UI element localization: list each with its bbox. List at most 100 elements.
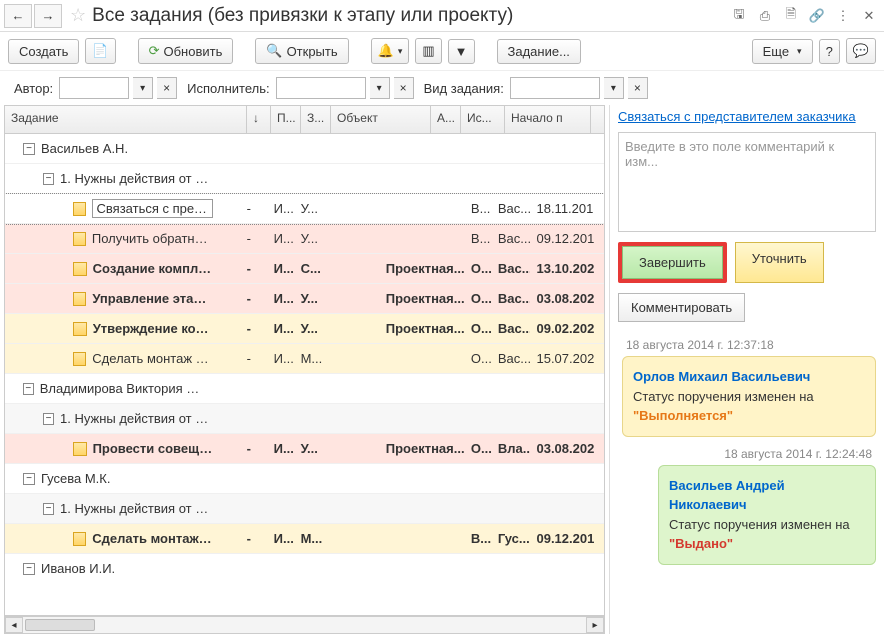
complete-button[interactable]: Завершить (622, 246, 723, 279)
task-name: Владимирова Виктория Алекс... (40, 381, 208, 396)
history-panel: 18 августа 2014 г. 12:37:18Орлов Михаил … (618, 334, 876, 634)
favorite-icon[interactable]: ☆ (70, 5, 86, 26)
task-name: Провести совеща... (93, 441, 213, 456)
task-name: Утверждение ком... (93, 321, 213, 336)
col-task[interactable]: Задание (5, 106, 247, 133)
table-row[interactable]: Создание компле...-И...С...Проектная...О… (5, 254, 604, 284)
more-button[interactable]: Еще▾ (752, 39, 813, 64)
type-input[interactable] (510, 77, 600, 99)
more-icon[interactable]: ⋮ (832, 5, 854, 27)
page-title: Все задания (без привязки к этапу или пр… (92, 5, 513, 27)
discuss-button[interactable]: 💬 (846, 38, 876, 64)
h-scrollbar[interactable]: ◂ ▸ (4, 616, 605, 634)
executor-dropdown[interactable]: ▾ (370, 77, 390, 99)
cell: И... (268, 351, 295, 366)
cell: М... (295, 531, 380, 546)
table-row[interactable]: Провести совеща...-И...У...Проектная...О… (5, 434, 604, 464)
tree-toggle-icon[interactable]: − (23, 563, 35, 575)
cell: Проектная... (380, 261, 465, 276)
create-copy-button[interactable]: 📄 (85, 38, 115, 64)
preview-icon[interactable]: 🗎 (780, 5, 802, 27)
table-row[interactable]: Сделать монтаж си...-И...М...О...Вас...1… (5, 344, 604, 374)
cell: Вас... (492, 351, 531, 366)
save-icon[interactable]: 🖫 (728, 5, 750, 27)
help-button[interactable]: ? (819, 39, 840, 64)
table-row[interactable]: −Гусева М.К. (5, 464, 604, 494)
task-button[interactable]: Задание... (497, 39, 581, 64)
tree-toggle-icon[interactable]: − (43, 503, 54, 515)
author-label: Автор: (14, 81, 53, 96)
col-p[interactable]: П... (271, 106, 301, 133)
document-icon (73, 352, 86, 366)
cell: И... (268, 201, 295, 216)
table-row[interactable]: Управление этапо...-И...У...Проектная...… (5, 284, 604, 314)
author-dropdown[interactable]: ▾ (133, 77, 153, 99)
cell: 09.12.201 (530, 231, 604, 246)
filter2-button[interactable]: ▼ (448, 39, 475, 64)
task-name: Получить обратную ... (92, 231, 213, 246)
comment-input[interactable]: Введите в это поле комментарий к изм... (618, 132, 876, 232)
author-clear[interactable]: × (157, 77, 177, 99)
cell: - (241, 351, 268, 366)
col-isp[interactable]: Ис... (461, 106, 505, 133)
tree-toggle-icon[interactable]: − (23, 143, 35, 155)
cell: О... (465, 261, 492, 276)
table-row[interactable]: −1. Нужны действия от меня (5, 164, 604, 194)
table-row[interactable]: Связаться с предст...-И...У...В...Вас...… (5, 194, 604, 224)
task-name: Васильев А.Н. (41, 141, 128, 156)
table-row[interactable]: Получить обратную ...-И...У...В...Вас...… (5, 224, 604, 254)
cell: Вас... (492, 231, 531, 246)
cell: 15.07.202 (530, 351, 604, 366)
filter1-button[interactable]: ▥ (415, 38, 441, 64)
table-row[interactable]: −1. Нужны действия от меня (5, 404, 604, 434)
author-input[interactable] (59, 77, 129, 99)
table-row[interactable]: −Васильев А.Н. (5, 134, 604, 164)
tree-toggle-icon[interactable]: − (23, 383, 34, 395)
history-timestamp: 18 августа 2014 г. 12:24:48 (626, 447, 872, 461)
table-row[interactable]: −1. Нужны действия от меня (5, 494, 604, 524)
tree-toggle-icon[interactable]: − (23, 473, 35, 485)
magnify-icon: 🔍 (266, 43, 282, 59)
col-sort[interactable]: ↓ (247, 106, 271, 133)
type-dropdown[interactable]: ▾ (604, 77, 624, 99)
table-row[interactable]: Утверждение ком...-И...У...Проектная...О… (5, 314, 604, 344)
tree-toggle-icon[interactable]: − (43, 173, 54, 185)
tree-toggle-icon[interactable]: − (43, 413, 54, 425)
cell: - (241, 261, 268, 276)
col-a[interactable]: А... (431, 106, 461, 133)
table-row[interactable]: −Владимирова Виктория Алекс... (5, 374, 604, 404)
cell: - (241, 441, 268, 456)
scroll-right-icon[interactable]: ▸ (586, 617, 604, 633)
bell-button[interactable]: 🔔▾ (371, 38, 410, 64)
comment-button[interactable]: Комментировать (618, 293, 745, 322)
nav-fwd-button[interactable]: → (34, 4, 62, 28)
open-button[interactable]: 🔍Открыть (255, 38, 348, 64)
task-link[interactable]: Связаться с представителем заказчика (618, 109, 876, 124)
nav-back-button[interactable]: ← (4, 4, 32, 28)
cell: Вас... (492, 291, 531, 306)
table-row[interactable]: Сделать монтаж с...-И...М...В...Гус...09… (5, 524, 604, 554)
scroll-left-icon[interactable]: ◂ (5, 617, 23, 633)
scroll-thumb[interactable] (25, 619, 95, 631)
link-icon[interactable]: 🔗 (806, 5, 828, 27)
executor-input[interactable] (276, 77, 366, 99)
close-icon[interactable]: ✕ (858, 5, 880, 27)
col-obj[interactable]: Объект (331, 106, 431, 133)
col-z[interactable]: З... (301, 106, 331, 133)
document-icon (73, 442, 87, 456)
print-icon[interactable]: ⎙ (754, 5, 776, 27)
history-user-link[interactable]: Орлов Михаил Васильевич (633, 367, 865, 387)
col-date[interactable]: Начало п (505, 106, 591, 133)
create-button[interactable]: Создать (8, 39, 79, 64)
task-name: 1. Нужны действия от меня (60, 411, 209, 426)
cell: - (241, 231, 268, 246)
refresh-button[interactable]: ⟳Обновить (138, 38, 234, 64)
cell: В... (465, 201, 492, 216)
cell: У... (295, 441, 380, 456)
history-user-link[interactable]: Васильев Андрей Николаевич (669, 476, 865, 515)
clarify-button[interactable]: Уточнить (735, 242, 824, 283)
table-row[interactable]: −Иванов И.И. (5, 554, 604, 579)
executor-clear[interactable]: × (394, 77, 414, 99)
type-clear[interactable]: × (628, 77, 648, 99)
history-bubble: Васильев Андрей НиколаевичСтатус поручен… (658, 465, 876, 565)
